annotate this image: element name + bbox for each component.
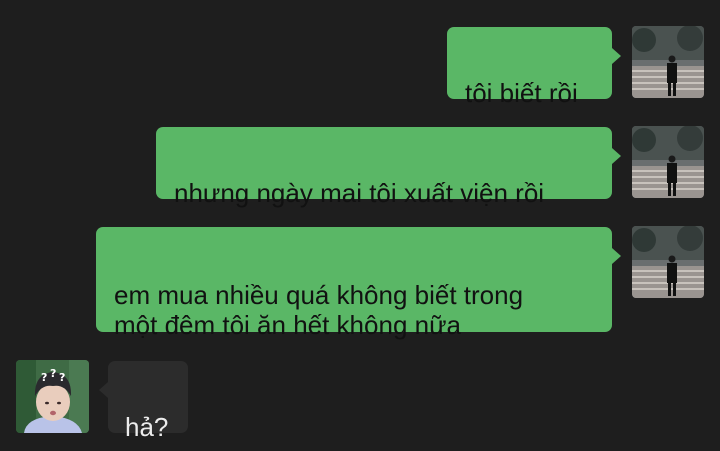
message-text: tôi biết rồi xyxy=(465,78,578,108)
outgoing-message-bubble[interactable]: tôi biết rồi xyxy=(447,27,612,108)
bubble-tail xyxy=(612,48,621,64)
bubble-tail xyxy=(612,148,621,164)
svg-text:?: ? xyxy=(50,367,56,380)
bubble-tail xyxy=(612,248,621,264)
user-avatar-photo-icon xyxy=(632,26,704,98)
contact-avatar[interactable]: ? ? ? xyxy=(16,360,89,433)
user-avatar[interactable] xyxy=(632,126,704,198)
message-row-1: tôi biết rồi xyxy=(0,26,720,108)
user-avatar[interactable] xyxy=(632,226,704,298)
svg-text:?: ? xyxy=(41,371,47,384)
outgoing-message-bubble[interactable]: nhưng ngày mai tôi xuất viện rồi xyxy=(156,127,612,208)
message-row-2: nhưng ngày mai tôi xuất viện rồi xyxy=(0,126,720,208)
user-avatar-photo-icon xyxy=(632,226,704,298)
bubble-tail xyxy=(99,382,108,398)
outgoing-message-bubble[interactable]: em mua nhiều quá không biết trong một đê… xyxy=(96,227,612,340)
message-text: em mua nhiều quá không biết trong một đê… xyxy=(114,280,524,340)
user-avatar-photo-icon xyxy=(632,126,704,198)
svg-text:?: ? xyxy=(59,371,65,384)
incoming-message-bubble[interactable]: hả? xyxy=(108,361,188,442)
message-row-3: em mua nhiều quá không biết trong một đê… xyxy=(0,226,720,340)
contact-avatar-photo-icon: ? ? ? xyxy=(16,360,89,433)
message-text: nhưng ngày mai tôi xuất viện rồi xyxy=(174,178,545,208)
message-row-4: ? ? ? hả? xyxy=(0,360,720,442)
message-text: hả? xyxy=(125,412,169,442)
user-avatar[interactable] xyxy=(632,26,704,98)
